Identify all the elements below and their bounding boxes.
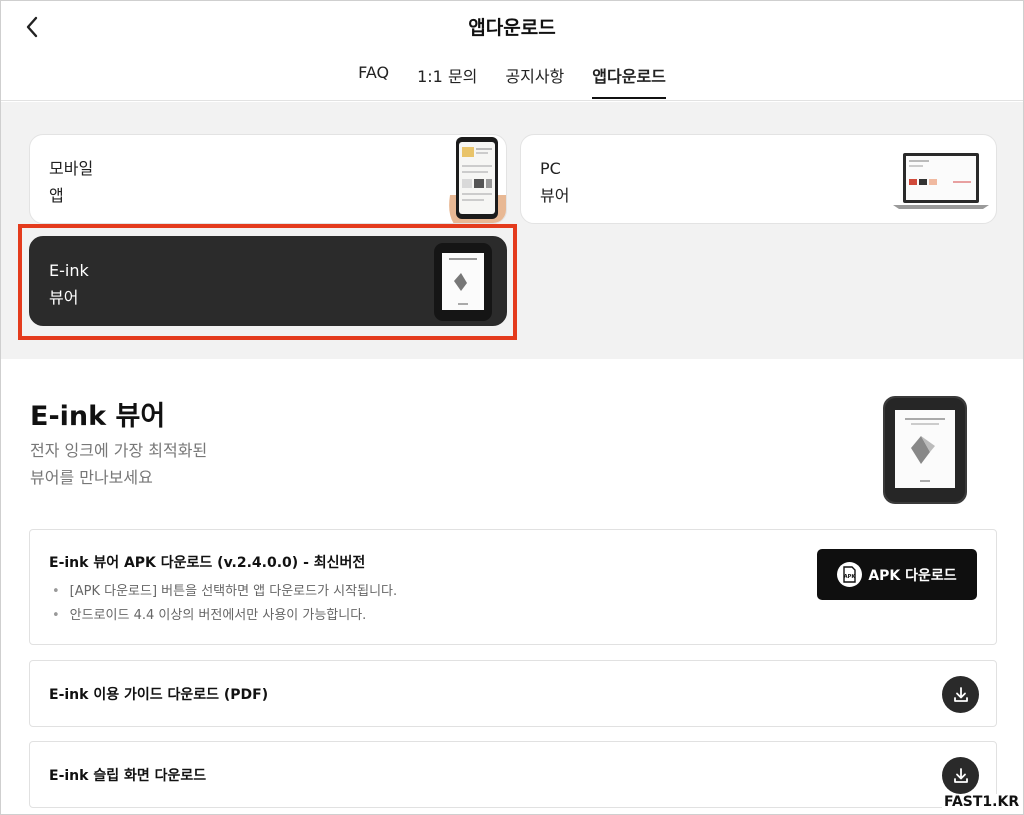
tab-app-download[interactable]: 앱다운로드 xyxy=(592,63,666,99)
guide-download-label: E-ink 이용 가이드 다운로드 (PDF) xyxy=(49,687,269,703)
pc-viewer-card[interactable]: PC 뷰어 xyxy=(520,134,997,224)
apk-title: E-ink 뷰어 APK 다운로드 (v.2.4.0.0) - 최신버전 xyxy=(49,555,366,571)
section-title: E-ink 뷰어 xyxy=(30,401,166,432)
selected-card-highlight xyxy=(18,224,517,340)
sleep-screen-download-label: E-ink 슬립 화면 다운로드 xyxy=(49,768,207,784)
apk-file-icon: APK xyxy=(837,562,863,587)
section-desc-line: 전자 잉크에 가장 최적화된 xyxy=(30,441,208,460)
apk-download-panel: E-ink 뷰어 APK 다운로드 (v.2.4.0.0) - 최신버전 [AP… xyxy=(29,529,997,645)
svg-text:APK: APK xyxy=(844,574,857,580)
guide-download-row[interactable]: E-ink 이용 가이드 다운로드 (PDF) xyxy=(29,660,997,727)
tab-bar: FAQ 1:1 문의 공지사항 앱다운로드 xyxy=(1,63,1023,99)
section-desc-line: 뷰어를 만나보세요 xyxy=(30,468,153,487)
sleep-screen-download-row[interactable]: E-ink 슬립 화면 다운로드 xyxy=(29,741,997,808)
apk-notes: [APK 다운로드] 버튼을 선택하면 앱 다운로드가 시작됩니다. 안드로이드… xyxy=(52,580,397,628)
laptop-icon xyxy=(893,153,989,209)
download-icon[interactable] xyxy=(942,676,979,713)
tab-notice[interactable]: 공지사항 xyxy=(505,63,564,99)
apk-note: [APK 다운로드] 버튼을 선택하면 앱 다운로드가 시작됩니다. xyxy=(52,580,397,604)
tab-inquiry[interactable]: 1:1 문의 xyxy=(417,63,477,99)
page-title: 앱다운로드 xyxy=(468,17,556,39)
phone-in-hand-icon xyxy=(449,137,506,223)
eink-device-image xyxy=(883,396,967,504)
tab-faq[interactable]: FAQ xyxy=(358,63,389,99)
watermark: FAST1.KR xyxy=(942,794,1022,810)
apk-note: 안드로이드 4.4 이상의 버전에서만 사용이 가능합니다. xyxy=(52,604,397,628)
mobile-app-card-label: 모바일 앱 xyxy=(49,159,94,205)
apk-download-button-label: APK 다운로드 xyxy=(868,567,957,584)
section-description: 전자 잉크에 가장 최적화된 뷰어를 만나보세요 xyxy=(30,437,207,491)
download-icon[interactable] xyxy=(942,757,979,794)
pc-viewer-card-label: PC 뷰어 xyxy=(540,159,570,205)
mobile-app-card[interactable]: 모바일 앱 xyxy=(29,134,507,224)
header: 앱다운로드 FAQ 1:1 문의 공지사항 앱다운로드 xyxy=(1,1,1023,101)
apk-download-button[interactable]: APK APK 다운로드 xyxy=(817,549,977,600)
app-download-page: 앱다운로드 FAQ 1:1 문의 공지사항 앱다운로드 모바일 앱 PC 뷰어 … xyxy=(0,0,1024,815)
